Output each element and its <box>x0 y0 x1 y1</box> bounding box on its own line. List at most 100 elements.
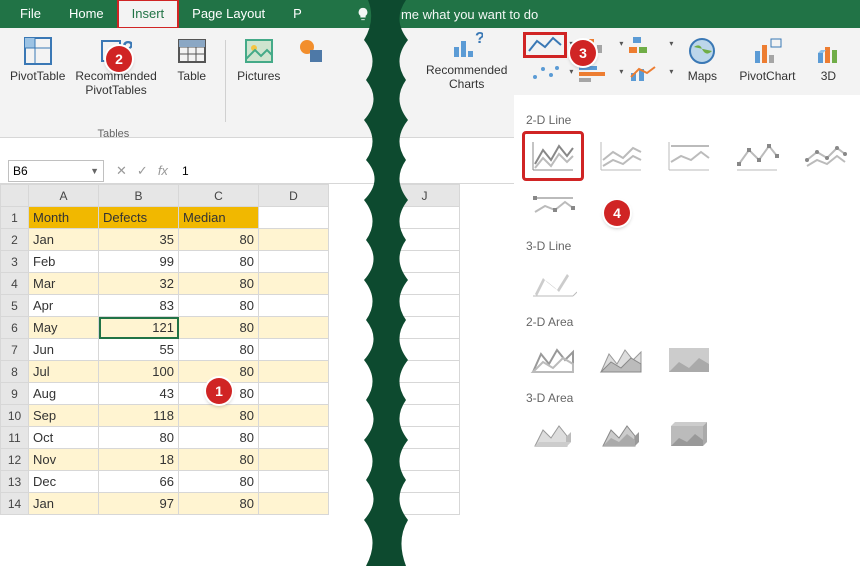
cell[interactable]: May <box>29 317 99 339</box>
cell[interactable]: Median <box>179 207 259 229</box>
cell[interactable] <box>259 427 329 449</box>
cell[interactable] <box>390 295 460 317</box>
cell[interactable] <box>259 339 329 361</box>
btn-maps[interactable]: Maps <box>681 34 723 84</box>
cell[interactable]: 97 <box>99 493 179 515</box>
tab-file[interactable]: File <box>6 0 55 28</box>
chart-area[interactable] <box>524 335 582 381</box>
chart-stacked-line[interactable] <box>592 133 650 179</box>
btn-pivotchart[interactable]: PivotChart <box>739 34 795 84</box>
cell[interactable]: 118 <box>99 405 179 427</box>
cell[interactable]: Month <box>29 207 99 229</box>
cell[interactable]: 55 <box>99 339 179 361</box>
btn-combo-chart[interactable]: ▾ <box>625 62 665 84</box>
cell[interactable]: 80 <box>99 427 179 449</box>
cell[interactable]: 80 <box>179 493 259 515</box>
cell[interactable]: 80 <box>179 273 259 295</box>
col-header-D[interactable]: D <box>259 185 329 207</box>
row-header[interactable]: 12 <box>1 449 29 471</box>
chart-3d-area[interactable] <box>524 411 582 457</box>
cell[interactable]: 80 <box>179 229 259 251</box>
cell[interactable] <box>390 361 460 383</box>
cell[interactable] <box>390 229 460 251</box>
chart-100-stacked-line[interactable] <box>660 133 718 179</box>
cell[interactable] <box>390 383 460 405</box>
row-header[interactable]: 9 <box>1 383 29 405</box>
chart-stacked-line-markers[interactable] <box>796 133 854 179</box>
col-header-C[interactable]: C <box>179 185 259 207</box>
cell[interactable]: Feb <box>29 251 99 273</box>
cell[interactable]: Jul <box>29 361 99 383</box>
cell[interactable]: Jan <box>29 229 99 251</box>
cell[interactable]: 35 <box>99 229 179 251</box>
row-header[interactable]: 13 <box>1 471 29 493</box>
cell[interactable]: Apr <box>29 295 99 317</box>
tab-insert[interactable]: Insert <box>118 0 179 28</box>
row-header[interactable]: 5 <box>1 295 29 317</box>
spreadsheet-right[interactable]: J <box>389 184 460 515</box>
row-header[interactable]: 14 <box>1 493 29 515</box>
btn-hierarchy-chart[interactable]: ▾ <box>625 34 665 56</box>
cell[interactable] <box>390 493 460 515</box>
chart-line[interactable] <box>524 133 582 179</box>
tell-me[interactable]: Tell me what you want to do <box>356 7 538 22</box>
cell[interactable]: Jun <box>29 339 99 361</box>
cell[interactable] <box>259 273 329 295</box>
cell[interactable] <box>259 361 329 383</box>
col-header-A[interactable]: A <box>29 185 99 207</box>
row-header[interactable]: 8 <box>1 361 29 383</box>
cell[interactable]: Nov <box>29 449 99 471</box>
cell[interactable]: Jan <box>29 493 99 515</box>
chart-3d-100-area[interactable] <box>660 411 718 457</box>
select-all[interactable] <box>1 185 29 207</box>
cell[interactable]: 32 <box>99 273 179 295</box>
row-header[interactable]: 10 <box>1 405 29 427</box>
btn-line-chart[interactable]: ▾ <box>525 34 565 56</box>
cell[interactable]: Defects <box>99 207 179 229</box>
fx-icon[interactable]: fx <box>158 163 168 178</box>
cell[interactable]: 80 <box>179 251 259 273</box>
selected-cell[interactable]: 121 <box>99 317 179 339</box>
cell[interactable] <box>390 251 460 273</box>
cell[interactable] <box>390 449 460 471</box>
btn-3d[interactable]: 3D <box>811 34 845 84</box>
cell[interactable]: 18 <box>99 449 179 471</box>
chart-line-markers[interactable] <box>728 133 786 179</box>
cell[interactable]: 80 <box>179 317 259 339</box>
cell[interactable] <box>259 317 329 339</box>
cell[interactable] <box>259 251 329 273</box>
chart-stacked-area[interactable] <box>592 335 650 381</box>
tab-page-layout[interactable]: Page Layout <box>178 0 279 28</box>
enter-icon[interactable]: ✓ <box>137 163 148 179</box>
cell[interactable]: 80 <box>179 427 259 449</box>
cell[interactable]: Dec <box>29 471 99 493</box>
btn-pictures[interactable]: Pictures <box>234 34 284 84</box>
cell[interactable]: 80 <box>179 405 259 427</box>
chart-100-stacked-line-markers[interactable] <box>524 183 582 229</box>
chart-100-stacked-area[interactable] <box>660 335 718 381</box>
cell[interactable] <box>259 229 329 251</box>
btn-recommended-charts[interactable]: ? Recommended Charts <box>426 28 507 92</box>
cell[interactable] <box>390 317 460 339</box>
cell[interactable]: 66 <box>99 471 179 493</box>
col-header-J[interactable]: J <box>390 185 460 207</box>
chart-3d-stacked-area[interactable] <box>592 411 650 457</box>
btn-scatter-chart[interactable]: ▾ <box>525 62 565 84</box>
tab-home[interactable]: Home <box>55 0 118 28</box>
col-header-B[interactable]: B <box>99 185 179 207</box>
cell[interactable]: 100 <box>99 361 179 383</box>
cell[interactable] <box>259 405 329 427</box>
cell[interactable] <box>390 427 460 449</box>
cell[interactable]: 99 <box>99 251 179 273</box>
cell[interactable]: 43 <box>99 383 179 405</box>
cell[interactable] <box>259 493 329 515</box>
name-box[interactable]: B6 ▼ <box>8 160 104 182</box>
row-header[interactable]: 2 <box>1 229 29 251</box>
row-header[interactable]: 6 <box>1 317 29 339</box>
row-header[interactable]: 4 <box>1 273 29 295</box>
btn-table[interactable]: Table <box>167 34 217 84</box>
cell[interactable] <box>259 449 329 471</box>
row-header[interactable]: 11 <box>1 427 29 449</box>
btn-shapes-stub[interactable] <box>294 34 328 68</box>
btn-pivottable[interactable]: PivotTable <box>10 34 65 84</box>
